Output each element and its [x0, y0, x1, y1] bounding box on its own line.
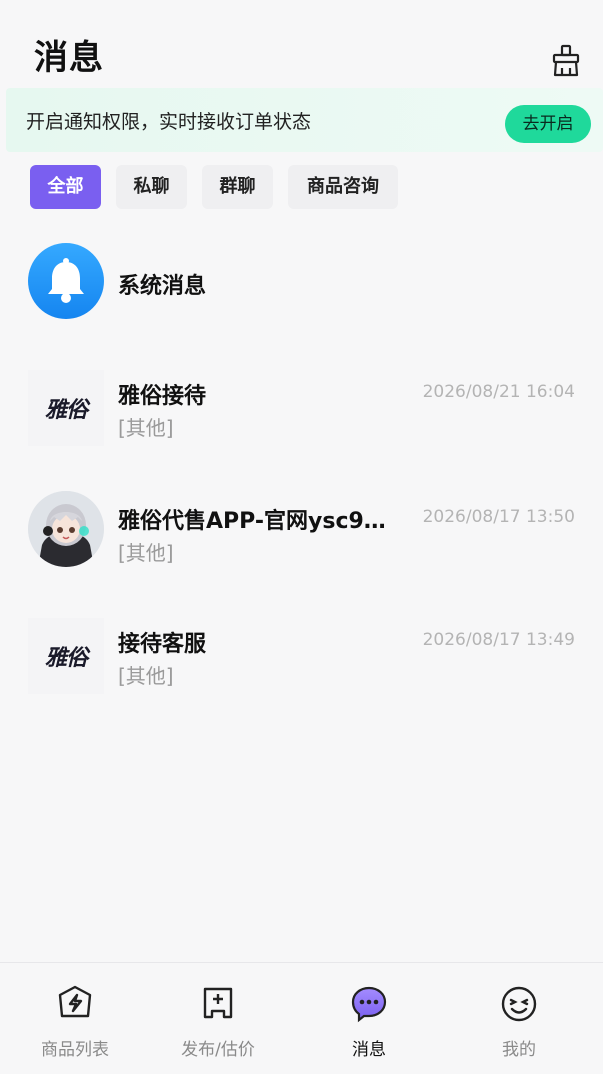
filter-all[interactable]: 全部	[30, 165, 101, 209]
yasu-logo-text: 雅俗	[44, 397, 88, 423]
plus-box-icon	[198, 983, 238, 1023]
yasu-logo-avatar: 雅俗	[28, 370, 104, 446]
conversation-title: 雅俗代售APP-官网ysc9…	[118, 509, 386, 534]
chat-bubble-icon	[349, 983, 389, 1023]
enable-notifications-button[interactable]: 去开启	[505, 105, 591, 143]
tab-profile[interactable]: 我的	[444, 963, 594, 1074]
notification-banner: 开启通知权限，实时接收订单状态 去开启	[6, 88, 603, 152]
bolt-box-icon	[55, 983, 95, 1023]
tab-product-list[interactable]: 商品列表	[0, 963, 150, 1074]
conversation-title: 雅俗接待	[118, 384, 207, 409]
clear-unread-icon[interactable]	[551, 44, 581, 78]
system-messages-row[interactable]: 系统消息	[0, 228, 603, 338]
smile-face-icon	[499, 983, 539, 1023]
system-messages-title: 系统消息	[118, 274, 207, 299]
bell-icon	[28, 243, 104, 319]
bottom-tab-bar: 商品列表 发布/估价 消息 我的	[0, 962, 603, 1074]
page-title: 消息	[34, 38, 104, 78]
anime-girl-avatar	[28, 491, 104, 567]
tab-publish-label: 发布/估价	[181, 1040, 255, 1060]
filter-tabs: 全部 私聊 群聊 商品咨询	[30, 165, 590, 211]
tab-messages[interactable]: 消息	[294, 963, 444, 1074]
conversation-row[interactable]: 雅俗代售APP-官网ysc9… [其他] 2026/08/17 13:50	[0, 475, 603, 585]
yasu-logo-avatar: 雅俗	[28, 618, 104, 694]
conversation-time: 2026/08/17 13:50	[422, 507, 575, 527]
conversation-row[interactable]: 雅俗 接待客服 [其他] 2026/08/17 13:49	[0, 598, 603, 708]
tab-profile-label: 我的	[502, 1040, 536, 1060]
yasu-logo-text: 雅俗	[44, 645, 88, 671]
filter-group-chat[interactable]: 群聊	[202, 165, 273, 209]
conversation-preview: [其他]	[118, 416, 174, 440]
conversation-time: 2026/08/21 16:04	[422, 382, 575, 402]
filter-product-inquiry[interactable]: 商品咨询	[288, 165, 398, 209]
conversation-preview: [其他]	[118, 664, 174, 688]
filter-private-chat[interactable]: 私聊	[116, 165, 187, 209]
tab-messages-label: 消息	[352, 1040, 386, 1060]
conversation-row[interactable]: 雅俗 雅俗接待 [其他] 2026/08/21 16:04	[0, 350, 603, 460]
conversation-title: 接待客服	[118, 632, 207, 657]
conversation-time: 2026/08/17 13:49	[422, 630, 575, 650]
header: 消息	[0, 0, 603, 86]
notification-banner-text: 开启通知权限，实时接收订单状态	[26, 111, 312, 133]
tab-product-list-label: 商品列表	[41, 1040, 109, 1060]
conversation-preview: [其他]	[118, 541, 174, 565]
tab-publish[interactable]: 发布/估价	[143, 963, 293, 1074]
